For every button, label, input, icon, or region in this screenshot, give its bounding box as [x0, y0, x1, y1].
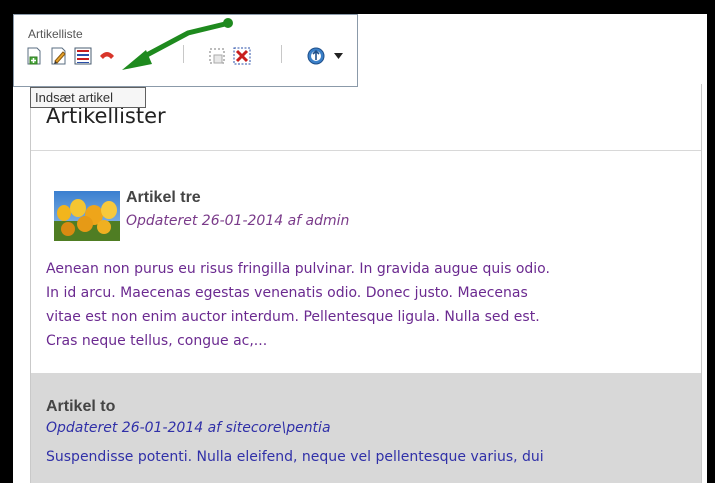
article-body: Aenean non purus eu risus fringilla pulv…: [46, 257, 696, 353]
article-meta: Opdateret 26-01-2014 af admin: [126, 213, 350, 229]
toolbar-separator: [183, 45, 184, 63]
delete-button[interactable]: [232, 46, 252, 66]
remove-button[interactable]: [97, 46, 117, 66]
article-title[interactable]: Artikel to: [46, 398, 115, 416]
article-title[interactable]: Artikel tre: [126, 189, 201, 207]
article-body-line: In id arcu. Maecenas egestas venenatis o…: [46, 285, 528, 301]
article-item[interactable]: Artikel tre Opdateret 26-01-2014 af admi…: [31, 151, 701, 371]
article-body-line: vitae est non enim auctor interdum. Pell…: [46, 309, 540, 325]
article-list-panel: Artikellister Artikel tre Opdateret 26-0…: [13, 84, 707, 483]
article-thumbnail: [54, 191, 120, 241]
ribbon-group-label: Artikelliste: [28, 27, 83, 41]
article-body-line: Aenean non purus eu risus fringilla pulv…: [46, 261, 550, 277]
select-area-button[interactable]: [207, 46, 227, 66]
navigate-button[interactable]: [306, 46, 326, 66]
toolbar-separator: [281, 45, 282, 63]
right-border: [707, 0, 715, 483]
edit-article-button[interactable]: [49, 46, 69, 66]
article-body: Suspendisse potenti. Nulla eleifend, neq…: [46, 445, 696, 469]
content-frame: Artikellister Artikel tre Opdateret 26-0…: [30, 84, 702, 483]
list-button[interactable]: [73, 46, 93, 66]
left-border: [0, 0, 13, 483]
insert-article-button[interactable]: [24, 46, 44, 66]
article-body-line: Cras neque tellus, congue ac,...: [46, 333, 268, 349]
tooltip: Indsæt artikel: [30, 87, 146, 108]
article-body-line: Suspendisse potenti. Nulla eleifend, neq…: [46, 449, 544, 465]
article-meta: Opdateret 26-01-2014 af sitecore\pentia: [46, 420, 331, 436]
top-border: [0, 0, 715, 14]
article-item-selected[interactable]: Artikel to Opdateret 26-01-2014 af sitec…: [31, 373, 701, 483]
chevron-down-icon[interactable]: [334, 53, 343, 59]
